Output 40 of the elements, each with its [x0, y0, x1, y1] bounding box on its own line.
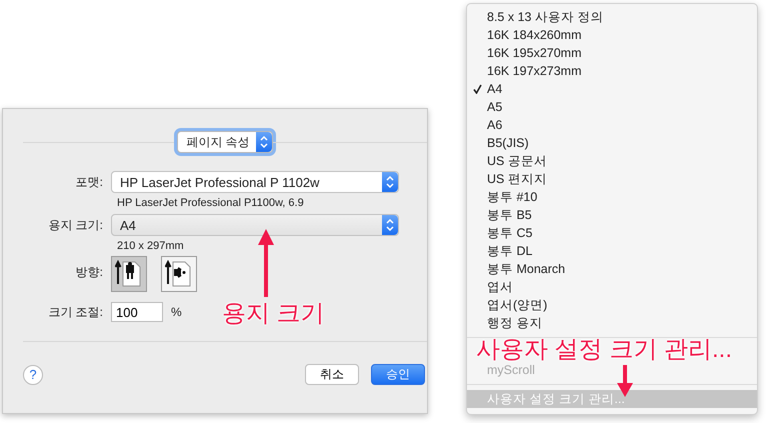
arrow-icon [258, 229, 274, 297]
percent-unit: % [171, 305, 182, 319]
panel-popup[interactable]: 페이지 속성 [177, 131, 273, 153]
up-down-chevron-icon [385, 218, 395, 232]
paper-size-label: 용지 크기: [47, 216, 103, 234]
menu-item[interactable]: US 공문서 [467, 152, 757, 170]
paper-size-popup[interactable]: A4 [111, 214, 399, 236]
menu-item[interactable]: 행정 용지 [467, 314, 757, 332]
menu-item[interactable]: 봉투 B5 [467, 206, 757, 224]
menu-item[interactable]: B5(JIS) [467, 134, 757, 152]
portrait-page-icon [115, 260, 143, 288]
scale-field[interactable]: 100 [111, 302, 163, 322]
orientation-label: 방향: [74, 264, 103, 280]
printer-popup[interactable]: HP LaserJet Professional P 1102w [111, 171, 399, 193]
menu-item[interactable]: 16K 195x270mm [467, 44, 757, 62]
menu-item[interactable]: 봉투 DL [467, 242, 757, 260]
menu-item[interactable]: 봉투 Monarch [467, 260, 757, 278]
menu-item[interactable]: 16K 184x260mm [467, 26, 757, 44]
help-button[interactable]: ? [23, 364, 43, 384]
menu-item[interactable]: 엽서(양면) [467, 296, 757, 314]
landscape-page-icon [165, 260, 193, 288]
menu-item[interactable]: 엽서 [467, 278, 757, 296]
menu-item[interactable]: 8.5 x 13 사용자 정의 [467, 8, 757, 26]
menu-item[interactable]: A4 [467, 80, 757, 98]
format-label: 포맷: [74, 174, 103, 190]
menu-item[interactable]: 16K 197x273mm [467, 62, 757, 80]
cancel-button[interactable]: 취소 [305, 364, 359, 385]
menu-item[interactable]: 봉투 #10 [467, 188, 757, 206]
up-down-chevron-icon [258, 135, 269, 149]
annotation-text: 용지 크기 [222, 299, 325, 329]
menu-item[interactable]: US 편지지 [467, 170, 757, 188]
menu-item[interactable]: 봉투 C5 [467, 224, 757, 242]
scale-label: 크기 조절: [47, 304, 103, 320]
up-down-chevron-icon [385, 175, 395, 189]
printer-detail: HP LaserJet Professional P1100w, 6.9 [117, 197, 305, 209]
landscape-button[interactable] [161, 256, 197, 292]
menu-item[interactable]: A6 [467, 116, 757, 134]
paper-dimensions: 210 x 297mm [117, 240, 185, 252]
menu-item[interactable]: A5 [467, 98, 757, 116]
portrait-button[interactable] [111, 256, 147, 292]
